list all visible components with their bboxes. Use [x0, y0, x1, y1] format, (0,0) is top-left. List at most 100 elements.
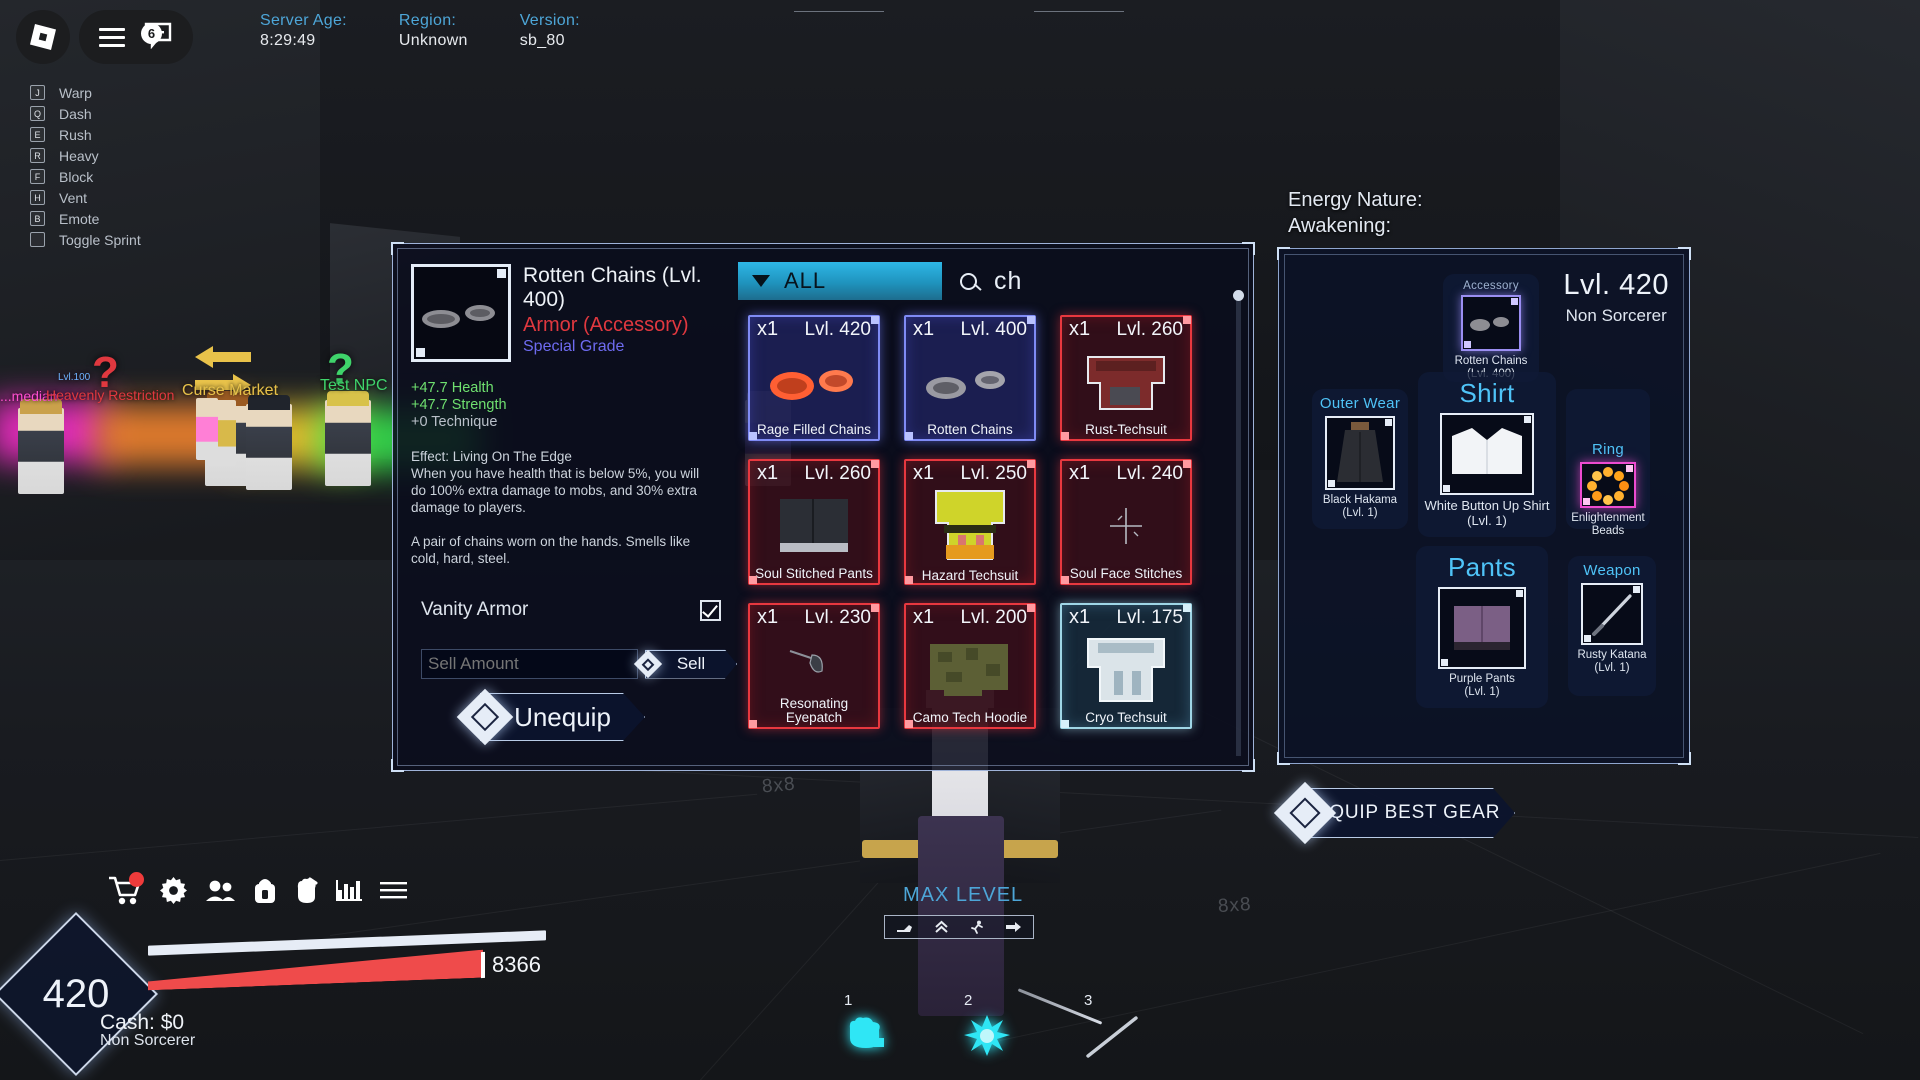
equip-slot-accessory[interactable]: Accessory Rotten Chains (Lvl. 400) [1443, 274, 1539, 382]
inventory-item-cell[interactable]: x1 Lvl. 260 Soul Stitched Pants [738, 453, 890, 591]
window-corner-icon [1277, 247, 1290, 260]
item-quantity: x1 [1069, 606, 1091, 628]
keybind-row: B Emote [30, 210, 141, 227]
backpack-icon[interactable] [254, 877, 276, 904]
roblox-topbar[interactable]: 6 [16, 10, 193, 64]
equip-slot-name: Purple Pants (Lvl. 1) [1449, 673, 1515, 698]
sell-amount-input[interactable] [421, 649, 638, 679]
sell-button[interactable]: Sell [633, 648, 737, 680]
item-level: Lvl. 240 [1116, 463, 1183, 484]
item-name: Soul Face Stitches [1069, 565, 1183, 581]
techsuit-cryo-icon [1062, 629, 1190, 711]
techsuit-rust-icon [1062, 341, 1190, 423]
shirt-white-icon [1452, 428, 1522, 474]
inventory-item-cell[interactable]: x1 Lvl. 250 Hazard Techsuit [894, 453, 1046, 591]
npc-character [196, 398, 218, 460]
inventory-search[interactable]: ch [960, 262, 1238, 300]
equip-slot-thumbnail [1438, 587, 1526, 669]
ability-slot[interactable]: 2 [950, 992, 1030, 1070]
search-icon [960, 272, 977, 290]
equip-slot-name: Rusty Katana (Lvl. 1) [1577, 649, 1647, 674]
equip-slot-ring[interactable]: Ring Enlightenment Beads [1566, 389, 1650, 537]
hud-icon-bar[interactable] [108, 872, 407, 905]
roblox-menu-pill[interactable]: 6 [79, 10, 193, 64]
item-name: Hazard Techsuit [921, 568, 1019, 583]
keybind-label: Dash [59, 105, 92, 122]
character-class: Non Sorcerer [1565, 306, 1667, 325]
inventory-item-cell[interactable]: x1 Lvl. 400 Rotten Chains [894, 309, 1046, 447]
fist-cyan-icon [844, 1014, 890, 1057]
search-input-value[interactable]: ch [994, 267, 1022, 296]
npc-level-label: Lvl.100 [58, 372, 91, 383]
npc-label: Test NPC [320, 377, 388, 394]
item-title: Rotten Chains (Lvl. 400) [523, 264, 702, 311]
menu-icon[interactable] [380, 880, 407, 900]
vanity-armor-checkbox[interactable] [700, 599, 721, 621]
friends-icon[interactable] [205, 879, 236, 902]
eyepatch-icon [750, 629, 878, 697]
keybind-label: Block [59, 168, 94, 185]
inventory-item-cell[interactable]: x1 Lvl. 260 Rust-Techsuit [1050, 309, 1202, 447]
energy-nature-label: Energy Nature: [1288, 189, 1423, 211]
keybind-key: R [30, 148, 45, 163]
ability-slot-bar[interactable]: 1 2 3 [830, 992, 1150, 1070]
max-level-label: MAX LEVEL [903, 884, 1024, 906]
arrow-right-icon [1006, 922, 1022, 932]
equip-best-gear-button[interactable]: EQUIP BEST GEAR [1273, 781, 1515, 845]
inventory-filter-bar: ALL ch [738, 261, 1238, 301]
hamburger-menu-icon[interactable] [99, 23, 125, 52]
equip-slot-pants[interactable]: Pants Purple Pants (Lvl. 1) [1416, 546, 1548, 708]
health-bar: 8366 [148, 930, 546, 1004]
stats-icon[interactable] [336, 878, 362, 902]
fist-icon[interactable] [294, 877, 318, 904]
vanity-armor-row[interactable]: Vanity Armor [421, 599, 721, 621]
server-info: Server Age: 8:29:49 Region: Unknown Vers… [260, 12, 580, 50]
roblox-logo-button[interactable] [16, 10, 70, 64]
ability-slot[interactable]: 1 [830, 992, 910, 1070]
thumb-corner-icon [416, 348, 425, 357]
cart-icon[interactable] [108, 872, 144, 905]
equip-slot-thumbnail [1580, 462, 1636, 508]
item-stat: +47.7 Health [411, 380, 494, 396]
equip-slot-shirt[interactable]: Shirt White Button Up Shirt (Lvl. 1) [1418, 372, 1556, 537]
unequip-button[interactable]: Unequip [456, 688, 645, 746]
ability-slot[interactable]: 3 [1070, 992, 1150, 1070]
ability-slot-number: 3 [1084, 992, 1093, 1009]
version-field: Version: sb_80 [520, 12, 580, 50]
inventory-item-cell[interactable]: x1 Lvl. 175 Cryo Techsuit [1050, 597, 1202, 735]
inventory-item-cell[interactable]: x1 Lvl. 200 Camo Tech Hoodie [894, 597, 1046, 735]
equip-slot-weapon[interactable]: Weapon Rusty Katana (Lvl. 1) [1568, 556, 1656, 696]
keybind-row: E Rush [30, 126, 141, 143]
inventory-scrollbar[interactable] [1233, 290, 1244, 756]
inventory-item-cell[interactable]: x1 Lvl. 420 Rage Filled Chains [738, 309, 890, 447]
inventory-item-cell[interactable]: x1 Lvl. 240 Soul Face Stitches [1050, 453, 1202, 591]
keybind-label: Emote [59, 210, 100, 227]
keybind-label: Toggle Sprint [59, 231, 141, 248]
thumb-corner-icon [497, 269, 506, 278]
equip-slot-title: Outer Wear [1319, 395, 1401, 412]
katana-icon [1592, 594, 1632, 636]
item-quantity: x1 [913, 462, 935, 484]
item-quantity: x1 [1069, 462, 1091, 484]
window-corner-icon [1678, 752, 1691, 765]
chains-orange-icon [750, 341, 878, 423]
gear-icon[interactable] [160, 876, 187, 904]
item-name: Cryo Techsuit [1085, 709, 1167, 725]
inventory-item-cell[interactable]: x1 Lvl. 230 Resonating Eyepatch [738, 597, 890, 735]
equip-slot-outer-wear[interactable]: Outer Wear Black Hakama (Lvl. 1) [1312, 389, 1408, 529]
equip-slot-name: White Button Up Shirt (Lvl. 1) [1424, 498, 1550, 528]
server-age-label: Server Age: [260, 12, 347, 29]
item-detail-panel: Rotten Chains (Lvl. 400) Armor (Accessor… [411, 264, 721, 567]
item-type: Armor (Accessory) [523, 313, 689, 336]
keybind-key: F [30, 169, 45, 184]
roblox-logo-icon [30, 24, 56, 50]
character-level-block: Lvl. 420 Non Sorcerer [1563, 269, 1669, 326]
health-bar-cap [481, 951, 485, 979]
item-level: Lvl. 230 [804, 607, 871, 628]
item-name: Rotten Chains [927, 421, 1013, 437]
inventory-scrollbar-thumb[interactable] [1233, 290, 1244, 301]
item-quantity: x1 [1069, 318, 1091, 340]
chat-button[interactable]: 6 [141, 21, 173, 54]
category-filter-dropdown[interactable]: ALL [738, 262, 942, 300]
window-corner-icon [1277, 752, 1290, 765]
